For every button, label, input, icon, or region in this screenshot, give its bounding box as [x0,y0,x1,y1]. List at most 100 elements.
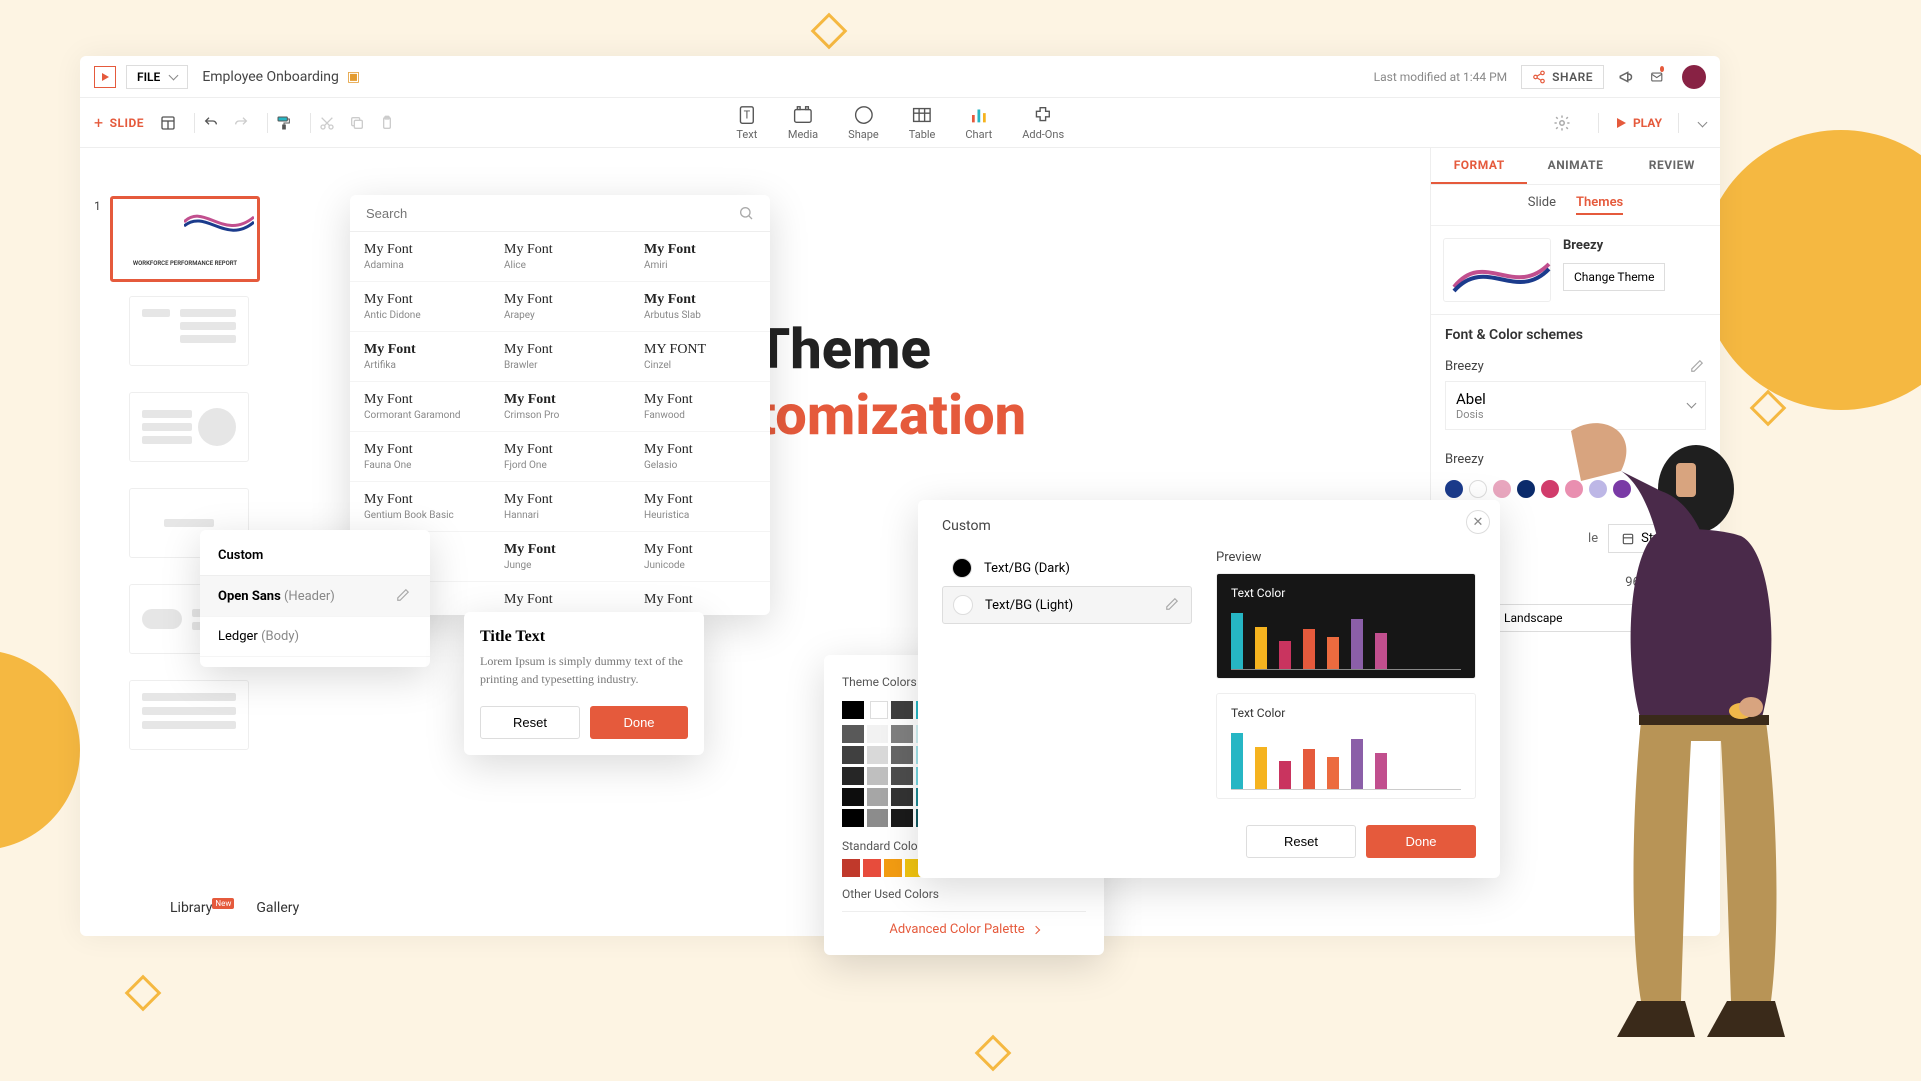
tool-chart[interactable]: Chart [965,104,992,141]
document-name[interactable]: Employee Onboarding [202,69,339,85]
font-option[interactable]: My FontAlice [490,232,630,282]
font-option[interactable]: My FontAmiri [630,232,770,282]
color-swatch[interactable] [1445,480,1463,498]
folder-icon[interactable]: ▣ [347,69,360,85]
font-option[interactable]: My FontGentium Book Basic [350,482,490,532]
color-swatch[interactable] [842,725,864,743]
color-swatch[interactable] [842,859,860,877]
font-option[interactable]: My FontArtifika [350,332,490,382]
color-swatch[interactable] [891,767,913,785]
paint-roller-icon[interactable] [274,113,294,133]
font-option[interactable]: My Font [490,582,630,615]
edit-font-scheme-icon[interactable] [1690,359,1706,375]
color-swatch[interactable] [867,788,889,806]
font-option[interactable]: My FontFanwood [630,382,770,432]
copy-icon[interactable] [347,113,367,133]
font-option[interactable]: My FontAntic Didone [350,282,490,332]
font-option[interactable]: My FontArbutus Slab [630,282,770,332]
color-swatch[interactable] [867,746,889,764]
color-swatch[interactable] [842,701,864,719]
mail-icon[interactable] [1650,68,1668,86]
bg-light-option[interactable]: Text/BG (Light) [942,586,1192,624]
custom-reset-button[interactable]: Reset [1246,825,1356,858]
layout-icon[interactable] [158,113,178,133]
layout-option[interactable] [129,680,249,750]
color-swatch[interactable] [867,725,889,743]
color-swatch[interactable] [1517,480,1535,498]
font-option[interactable]: My FontGelasio [630,432,770,482]
font-option[interactable]: My FontJunicode [630,532,770,582]
font-scheme-selector[interactable]: Abel Dosis [1445,381,1706,430]
color-swatch[interactable] [1469,480,1487,498]
color-swatch[interactable] [884,859,902,877]
font-option[interactable]: My FontHannari [490,482,630,532]
styles-button[interactable]: Styles [1608,524,1706,553]
edit-color-scheme-icon[interactable] [1690,452,1706,468]
color-swatch[interactable] [891,746,913,764]
add-slide-button[interactable]: +SLIDE [94,113,144,132]
tool-media[interactable]: Media [788,104,818,141]
color-swatch[interactable] [842,809,864,827]
color-swatch[interactable] [891,809,913,827]
megaphone-icon[interactable] [1618,68,1636,86]
font-option[interactable]: My Font [630,582,770,615]
undo-icon[interactable] [201,113,221,133]
paste-icon[interactable] [377,113,397,133]
font-option[interactable]: My FontCrimson Pro [490,382,630,432]
color-swatch[interactable] [842,788,864,806]
body-font-row[interactable]: Ledger (Body) [200,617,430,657]
slide-thumbnail[interactable]: WORKFORCE PERFORMANCE REPORT [110,196,260,282]
font-option[interactable]: My FontCormorant Garamond [350,382,490,432]
tool-table[interactable]: Table [909,104,936,141]
edit-bg-icon[interactable] [1165,597,1181,613]
subtab-themes[interactable]: Themes [1576,195,1623,215]
settings-icon[interactable] [1552,113,1572,133]
redo-icon[interactable] [231,113,251,133]
library-tab[interactable]: LibraryNew [170,900,234,916]
color-swatch[interactable] [1613,480,1631,498]
play-button[interactable]: PLAY [1615,116,1662,130]
tab-animate[interactable]: ANIMATE [1527,148,1623,184]
tool-shape[interactable]: Shape [848,104,879,141]
font-option[interactable]: My FontJunge [490,532,630,582]
color-swatch[interactable] [870,701,889,719]
color-swatch[interactable] [1589,480,1607,498]
color-swatch[interactable] [1541,480,1559,498]
advanced-palette-link[interactable]: Advanced Color Palette [842,911,1086,939]
layout-option[interactable] [129,392,249,462]
font-option[interactable]: My FontHeuristica [630,482,770,532]
font-option[interactable]: My FontArapey [490,282,630,332]
file-menu[interactable]: FILE [126,65,188,89]
layout-option[interactable] [129,296,249,366]
done-button[interactable]: Done [590,706,688,739]
custom-done-button[interactable]: Done [1366,825,1476,858]
tool-text[interactable]: TText [736,104,758,141]
color-swatch[interactable] [1493,480,1511,498]
tab-review[interactable]: REVIEW [1624,148,1720,184]
tab-format[interactable]: FORMAT [1431,148,1527,184]
color-swatch[interactable] [867,809,889,827]
font-option[interactable]: My FontBrawler [490,332,630,382]
color-swatch[interactable] [891,788,913,806]
gallery-tab[interactable]: Gallery [256,900,299,916]
orientation-selector[interactable]: Landscape [1493,604,1706,632]
color-swatch[interactable] [863,859,881,877]
color-swatch[interactable] [867,767,889,785]
tool-addons[interactable]: Add-Ons [1022,104,1064,141]
reset-button[interactable]: Reset [480,706,580,739]
color-swatch[interactable] [842,746,864,764]
font-option[interactable]: My FontAdamina [350,232,490,282]
cut-icon[interactable] [317,113,337,133]
edit-header-font-icon[interactable] [396,588,412,604]
color-swatch[interactable] [891,701,913,719]
color-swatch[interactable] [842,767,864,785]
change-theme-button[interactable]: Change Theme [1563,263,1665,291]
header-font-row[interactable]: Open Sans (Header) [200,576,430,617]
share-button[interactable]: SHARE [1521,65,1604,89]
font-option[interactable]: My FontFauna One [350,432,490,482]
font-option[interactable]: MY FONTCinzel [630,332,770,382]
subtab-slide[interactable]: Slide [1528,195,1556,215]
font-search-input[interactable] [366,206,738,221]
color-swatch[interactable] [891,725,913,743]
close-icon[interactable]: ✕ [1466,510,1490,534]
